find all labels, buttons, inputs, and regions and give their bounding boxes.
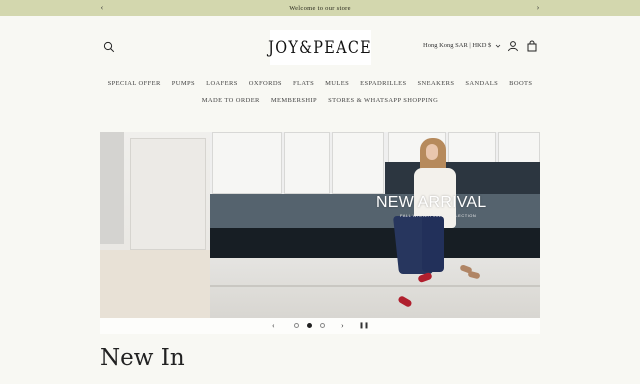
announcement-bar: ‹ Welcome to our store › [0,0,640,16]
slide-prev-button[interactable]: ‹ [272,321,275,331]
hero-wall-panel [130,138,206,250]
chevron-left-icon[interactable]: ‹ [96,2,108,14]
nav-item-pumps[interactable]: PUMPS [172,80,195,87]
slide-pause-button[interactable]: ❚❚ [359,321,369,331]
nav-item-flats[interactable]: FLATS [293,80,314,87]
announcement-message: Welcome to our store [289,4,351,12]
hero-step-1 [210,194,540,228]
search-icon[interactable] [103,41,115,53]
model-face [426,144,438,160]
nav-row-1: SPECIAL OFFER PUMPS LOAFERS OXFORDS FLAT… [0,80,640,87]
hero-step-2 [210,228,540,258]
currency-label: Hong Kong SAR | HKD $ [423,42,492,49]
hero-title: NEW ARRIVAL [376,194,487,211]
hero-banner[interactable]: NEW ARRIVAL FALL WINTER 2025 COLLECTION [100,132,540,318]
slideshow-controls: ‹ › ❚❚ [100,318,540,334]
hero-upper-step [385,162,540,196]
nav-item-stores-whatsapp[interactable]: STORES & WHATSAPP SHOPPING [328,97,438,104]
slide-dot-3[interactable] [320,323,325,328]
slide-dot-1[interactable] [294,323,299,328]
hero-floor [210,258,540,318]
slide-dot-2[interactable] [307,323,312,328]
cart-icon[interactable] [526,40,538,52]
hero-cabinet-2 [284,132,330,194]
hero-door [100,132,124,244]
nav-item-sneakers[interactable]: SNEAKERS [418,80,455,87]
hero-floor-edge [210,285,540,287]
nav-item-oxfords[interactable]: OXFORDS [249,80,282,87]
hero-cabinet-3 [332,132,384,194]
nav-item-espadrilles[interactable]: ESPADRILLES [360,80,406,87]
account-icon[interactable] [507,40,519,52]
nav-item-sandals[interactable]: SANDALS [465,80,498,87]
logo-text: JOY&PEACE [268,37,373,58]
hero-left-floor [100,250,210,318]
model-jeans-right [422,216,444,272]
main-nav: SPECIAL OFFER PUMPS LOAFERS OXFORDS FLAT… [0,76,640,104]
slide-next-button[interactable]: › [341,321,344,331]
nav-item-membership[interactable]: MEMBERSHIP [271,97,317,104]
nav-item-boots[interactable]: BOOTS [509,80,532,87]
nav-row-2: MADE TO ORDER MEMBERSHIP STORES & WHATSA… [0,97,640,104]
currency-selector[interactable]: Hong Kong SAR | HKD $ [423,42,501,49]
nav-item-made-to-order[interactable]: MADE TO ORDER [202,97,260,104]
chevron-down-icon [496,44,501,48]
section-title-new-in: New In [100,345,185,371]
nav-item-special-offer[interactable]: SPECIAL OFFER [108,80,161,87]
store-logo[interactable]: JOY&PEACE [268,30,373,65]
nav-item-mules[interactable]: MULES [325,80,349,87]
chevron-right-icon[interactable]: › [532,2,544,14]
hero-subtitle: FALL WINTER 2025 COLLECTION [400,213,477,218]
hero-cabinet-1 [212,132,282,194]
site-header: JOY&PEACE Hong Kong SAR | HKD $ [0,16,640,76]
nav-item-loafers[interactable]: LOAFERS [206,80,238,87]
